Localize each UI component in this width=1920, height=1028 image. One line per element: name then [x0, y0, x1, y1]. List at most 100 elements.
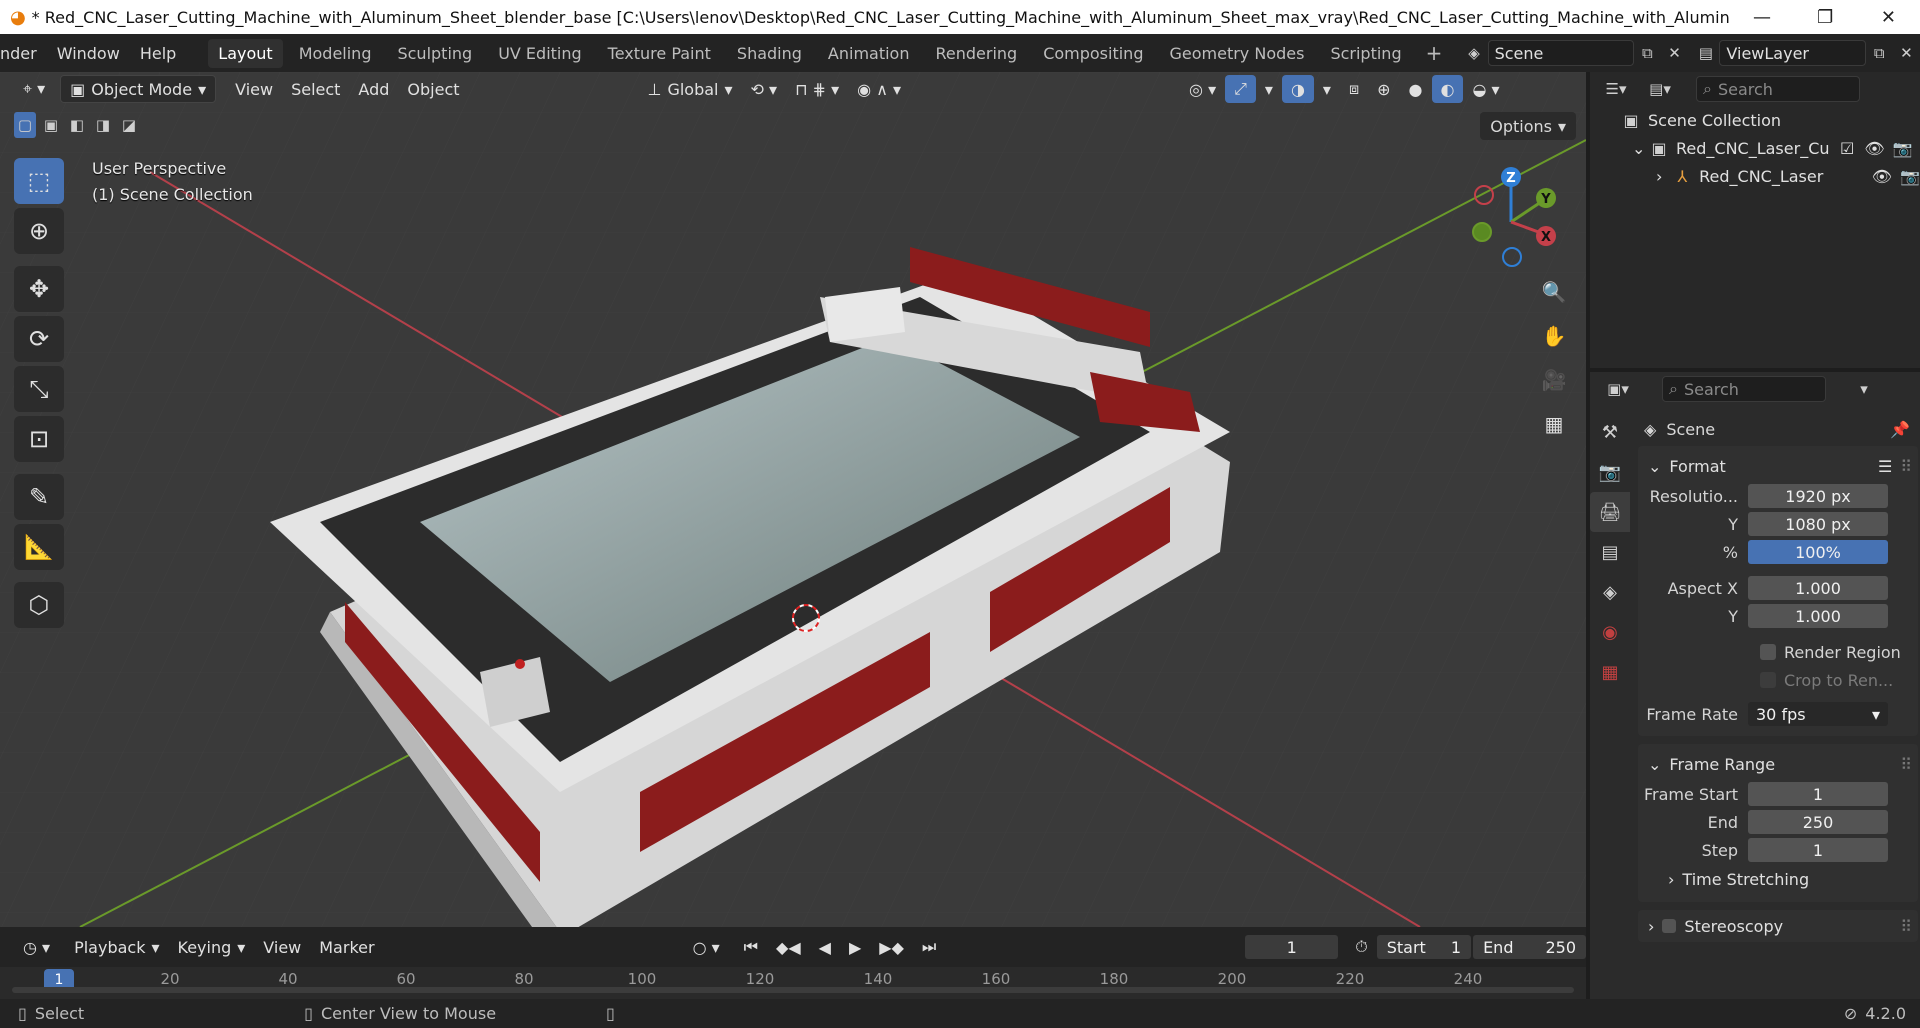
- tab-sculpting[interactable]: Sculpting: [387, 39, 482, 68]
- pan-hand-icon[interactable]: ✋: [1534, 316, 1574, 356]
- select-new-icon[interactable]: ▢: [14, 112, 36, 138]
- pin-icon[interactable]: 📌: [1890, 420, 1910, 439]
- navigation-gizmo[interactable]: Z Y X: [1456, 162, 1566, 272]
- render-region-row[interactable]: Render Region: [1638, 638, 1918, 666]
- timeline-view-menu[interactable]: View: [254, 933, 310, 961]
- resolution-x-field[interactable]: 1920 px: [1748, 484, 1888, 508]
- tab-shading[interactable]: Shading: [727, 39, 812, 68]
- drag-handle-icon[interactable]: ⠿: [1900, 917, 1912, 936]
- outliner-row-scene-collection[interactable]: ▣ Scene Collection: [1590, 106, 1920, 134]
- resolution-y-field[interactable]: 1080 px: [1748, 512, 1888, 536]
- view-layer-icon[interactable]: ▤: [1692, 40, 1719, 66]
- start-frame-field[interactable]: Start 1: [1376, 935, 1472, 959]
- proportional-edit-icon[interactable]: ◉ ∧ ▾: [848, 75, 910, 103]
- jump-keyframe-back-icon[interactable]: ◆◀: [767, 933, 810, 961]
- xray-icon[interactable]: ⧈: [1340, 75, 1368, 103]
- tab-uv-editing[interactable]: UV Editing: [488, 39, 591, 68]
- camera-view-icon[interactable]: 🎥: [1534, 360, 1574, 400]
- outliner-row-collection[interactable]: ⌄ ▣ Red_CNC_Laser_Cu ☑ 👁 📷: [1590, 134, 1920, 162]
- time-stretching-subpanel[interactable]: › Time Stretching: [1638, 864, 1918, 894]
- timeline-editor-type-icon[interactable]: ◷ ▾: [14, 933, 59, 961]
- close-button[interactable]: ✕: [1857, 0, 1920, 34]
- measure-icon[interactable]: 📐: [14, 524, 64, 570]
- frame-start-field[interactable]: 1: [1748, 782, 1888, 806]
- select-extend-icon[interactable]: ▣: [40, 112, 62, 138]
- camera-icon[interactable]: 📷: [1893, 139, 1913, 158]
- cursor-icon[interactable]: ⊕: [14, 208, 64, 254]
- rotate-icon[interactable]: ⟳: [14, 316, 64, 362]
- checkbox-icon[interactable]: ☑: [1840, 139, 1854, 158]
- texture-tab-icon[interactable]: ▦: [1590, 652, 1630, 692]
- camera-icon[interactable]: 📷: [1900, 167, 1920, 186]
- format-panel-header[interactable]: ⌄ Format ☰ ⠿: [1638, 450, 1918, 482]
- menu-help[interactable]: Help: [130, 44, 186, 63]
- tab-geometry-nodes[interactable]: Geometry Nodes: [1159, 39, 1314, 68]
- gizmo-toggle-icon[interactable]: ⤢: [1225, 75, 1256, 103]
- shading-material-icon[interactable]: ◐: [1431, 75, 1464, 103]
- drag-handle-icon[interactable]: ⠿: [1900, 457, 1912, 476]
- properties-search-input[interactable]: ⌕ Search: [1662, 376, 1826, 402]
- viewport-menu-view[interactable]: View: [226, 75, 282, 103]
- zoom-icon[interactable]: 🔍: [1534, 272, 1574, 312]
- aspect-x-field[interactable]: 1.000: [1748, 576, 1888, 600]
- eye-icon[interactable]: 👁: [1864, 139, 1884, 158]
- snap-icon[interactable]: ⊓ ⋕ ▾: [786, 75, 848, 103]
- play-reverse-icon[interactable]: ◀: [810, 933, 840, 961]
- view-layer-tab-icon[interactable]: ▤: [1590, 532, 1630, 572]
- orientation-dropdown[interactable]: ⊥ Global ▾: [639, 75, 742, 103]
- editor-type-icon[interactable]: ⌖ ▾: [14, 75, 54, 103]
- tab-layout[interactable]: Layout: [208, 38, 283, 68]
- auto-key-icon[interactable]: ○ ▾: [684, 933, 729, 961]
- tab-compositing[interactable]: Compositing: [1033, 39, 1153, 68]
- select-invert-icon[interactable]: ◨: [92, 112, 114, 138]
- delete-view-layer-icon[interactable]: ✕: [1893, 40, 1920, 66]
- jump-start-icon[interactable]: ⏮: [735, 933, 767, 961]
- aspect-y-field[interactable]: 1.000: [1748, 604, 1888, 628]
- frame-range-header[interactable]: ⌄ Frame Range ⠿: [1638, 748, 1918, 780]
- viewport-menu-object[interactable]: Object: [398, 75, 468, 103]
- scene-name-field[interactable]: Scene: [1487, 40, 1634, 66]
- tab-rendering[interactable]: Rendering: [925, 39, 1027, 68]
- viewport-menu-select[interactable]: Select: [282, 75, 349, 103]
- visibility-icon[interactable]: ◎ ▾: [1180, 75, 1225, 103]
- presets-list-icon[interactable]: ☰: [1878, 457, 1892, 476]
- transform-icon[interactable]: ⊡: [14, 416, 64, 462]
- maximize-button[interactable]: ❐: [1794, 0, 1857, 34]
- scene-tab-icon[interactable]: ◈: [1590, 572, 1630, 612]
- jump-end-icon[interactable]: ⏭: [913, 933, 945, 961]
- tab-modeling[interactable]: Modeling: [289, 39, 382, 68]
- play-icon[interactable]: ▶: [840, 933, 870, 961]
- marker-menu[interactable]: Marker: [310, 933, 383, 961]
- scene-selector-icon[interactable]: ◈: [1460, 40, 1487, 66]
- 3d-viewport[interactable]: ⌖ ▾ ▣ Object Mode ▾ View Select Add Obje…: [0, 72, 1586, 927]
- crop-row[interactable]: Crop to Ren...: [1638, 666, 1918, 694]
- outliner-row-object[interactable]: › ⅄ Red_CNC_Laser 👁 📷: [1590, 162, 1920, 190]
- menu-render[interactable]: nder: [0, 44, 47, 63]
- new-scene-icon[interactable]: ⧉: [1634, 40, 1661, 66]
- stereoscopy-header[interactable]: › Stereoscopy ⠿: [1638, 910, 1918, 942]
- jump-keyframe-forward-icon[interactable]: ▶◆: [870, 933, 913, 961]
- mode-dropdown[interactable]: ▣ Object Mode ▾: [60, 75, 217, 103]
- end-frame-field[interactable]: End 250: [1473, 935, 1586, 959]
- output-tab-icon[interactable]: 🖨: [1590, 492, 1630, 532]
- render-region-checkbox[interactable]: [1760, 644, 1776, 660]
- view-layer-field[interactable]: ViewLayer: [1719, 40, 1866, 66]
- perspective-grid-icon[interactable]: ▦: [1534, 404, 1574, 444]
- select-intersect-icon[interactable]: ◪: [118, 112, 140, 138]
- timeline-ruler[interactable]: 1 20 40 60 80 100 120 140 160 180 200 22…: [0, 967, 1586, 999]
- render-tab-icon[interactable]: 📷: [1590, 452, 1630, 492]
- shading-wireframe-icon[interactable]: ⊕: [1368, 75, 1399, 103]
- world-tab-icon[interactable]: ◉: [1590, 612, 1630, 652]
- move-icon[interactable]: ✥: [14, 266, 64, 312]
- tab-scripting[interactable]: Scripting: [1320, 39, 1411, 68]
- display-mode-icon[interactable]: ▤▾: [1646, 76, 1674, 102]
- crop-checkbox[interactable]: [1760, 672, 1776, 688]
- current-frame-field[interactable]: 1: [1245, 935, 1339, 959]
- select-box-icon[interactable]: ⬚: [14, 158, 64, 204]
- gizmo-dropdown-icon[interactable]: ▾: [1256, 75, 1282, 103]
- outliner-editor-type-icon[interactable]: ☰▾: [1602, 76, 1630, 102]
- scale-icon[interactable]: ⤡: [14, 366, 64, 412]
- keying-menu[interactable]: Keying ▾: [169, 933, 255, 961]
- outliner-search-input[interactable]: ⌕ Search: [1696, 76, 1860, 102]
- timeline-scrollbar[interactable]: [12, 987, 1574, 993]
